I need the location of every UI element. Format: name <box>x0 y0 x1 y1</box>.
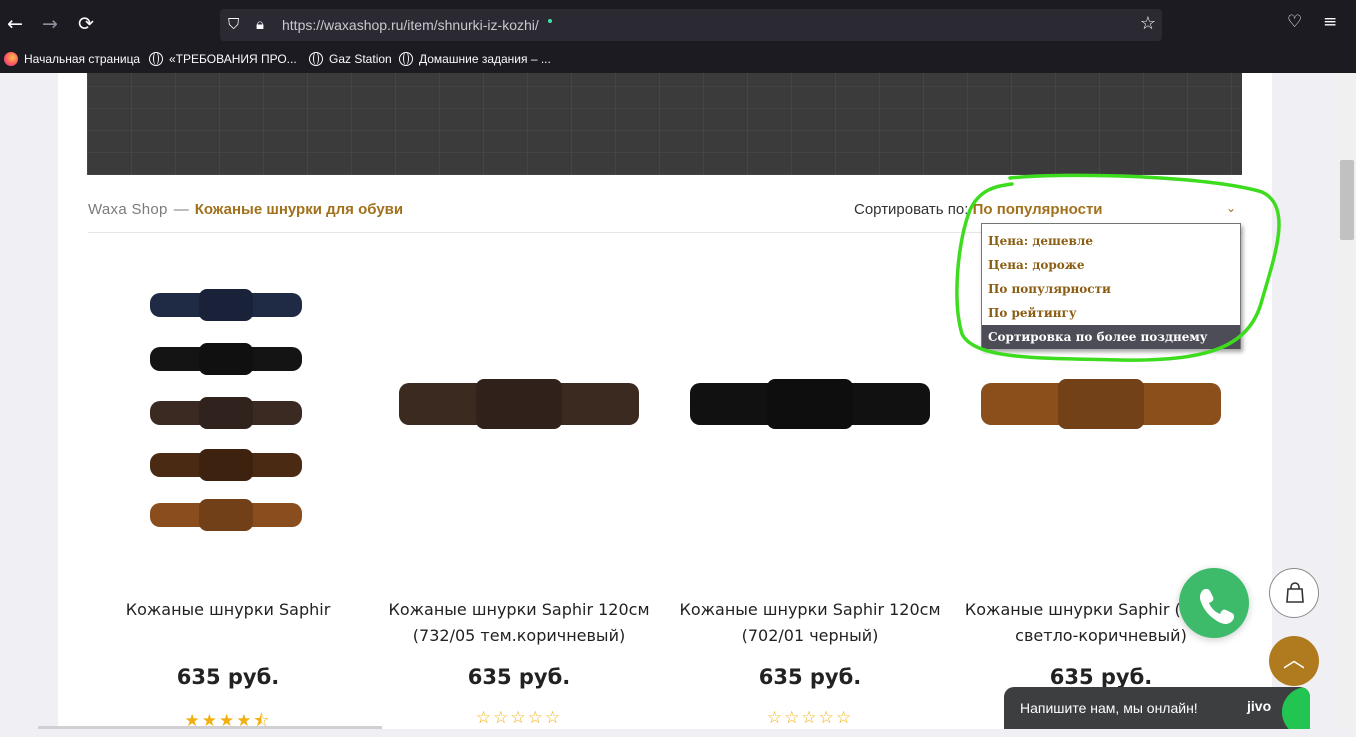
forward-icon[interactable]: → <box>38 12 62 36</box>
bookmark-star-icon[interactable]: ☆ <box>1140 13 1156 34</box>
browser-toolbar: ← → ⟳ ⛉ 🔒︎ https://waxashop.ru/item/shnu… <box>0 0 1356 48</box>
cart-button[interactable] <box>1269 568 1319 618</box>
call-button[interactable] <box>1179 568 1249 638</box>
breadcrumb-current: Кожаные шнурки для обуви <box>194 201 404 218</box>
sort-option-price-asc[interactable]: Цена: дешевле <box>982 229 1240 253</box>
lace-shape <box>690 383 930 425</box>
menu-icon[interactable]: ≡ <box>1323 12 1337 32</box>
bookmark-item[interactable]: Начальная страница <box>4 52 140 66</box>
product-price: 635 руб. <box>758 665 862 689</box>
page-action-dot <box>548 19 552 23</box>
globe-icon <box>149 52 163 66</box>
bookmark-item[interactable]: «ТРЕБОВАНИЯ ПРО... <box>149 52 297 66</box>
bookmarks-bar: Начальная страница «ТРЕБОВАНИЯ ПРО... Ga… <box>0 48 1356 73</box>
back-icon[interactable]: ← <box>3 12 27 36</box>
rating-stars: ☆☆☆☆☆ <box>475 708 563 728</box>
jivo-logo: jivo <box>1247 698 1272 714</box>
scroll-to-top-button[interactable]: ︿ <box>1269 636 1319 686</box>
sort-option-price-desc[interactable]: Цена: дороже <box>982 253 1240 277</box>
pocket-icon[interactable]: ♡ <box>1287 12 1302 32</box>
product-price: 635 руб. <box>176 665 280 689</box>
chevron-down-icon[interactable]: ⌄ <box>1226 201 1236 215</box>
lace-shape <box>150 453 302 477</box>
breadcrumb-separator: — <box>173 201 189 218</box>
product-card[interactable]: Кожаные шнурки Saphir 635 руб. ★★★★⯪ <box>88 253 368 731</box>
sort-label: Сортировать по: <box>854 201 969 218</box>
lace-shape <box>150 293 302 317</box>
product-price: 635 руб. <box>1049 665 1153 689</box>
browser-chrome: ← → ⟳ ⛉ 🔒︎ https://waxashop.ru/item/shnu… <box>0 0 1356 73</box>
sort-option-rating[interactable]: По рейтингу <box>982 301 1240 325</box>
lace-shape <box>150 347 302 371</box>
address-bar[interactable]: ⛉ 🔒︎ https://waxashop.ru/item/shnurki-iz… <box>220 9 1162 41</box>
product-name[interactable]: Кожаные шнурки Saphir 120см (702/01 черн… <box>670 597 950 649</box>
product-card[interactable]: Кожаные шнурки Saphir 120см (732/05 тем.… <box>379 253 659 728</box>
product-image[interactable] <box>88 253 368 583</box>
sort-value[interactable]: По популярности <box>973 201 1103 218</box>
bookmark-item[interactable]: Gaz Station <box>309 52 392 66</box>
scrollbar-thumb[interactable] <box>1340 160 1354 240</box>
lace-shape <box>150 503 302 527</box>
product-name[interactable]: Кожаные шнурки Saphir 120см (732/05 тем.… <box>379 597 659 649</box>
product-name[interactable]: Кожаные шнурки Saphir <box>88 597 368 623</box>
lace-shape <box>150 401 302 425</box>
bookmark-item[interactable]: Домашние задания – ... <box>399 52 551 66</box>
chat-widget[interactable]: Напишите нам, мы онлайн! jivo <box>1004 687 1310 729</box>
url-text[interactable]: https://waxashop.ru/item/shnurki-iz-kozh… <box>282 17 539 33</box>
lace-shape <box>981 383 1221 425</box>
breadcrumb-home-link[interactable]: Waxa Shop <box>88 201 168 218</box>
sort-dropdown-list: Цена: дешевле Цена: дороже По популярнос… <box>981 223 1241 349</box>
sort-option-latest[interactable]: Сортировка по более позднему <box>982 325 1240 349</box>
online-indicator <box>1282 687 1310 729</box>
shield-icon[interactable]: ⛉ <box>228 15 239 33</box>
shopping-bag-icon <box>1286 582 1304 603</box>
sort-select[interactable]: Сортировать по: По популярности <box>854 201 1103 218</box>
globe-icon <box>309 52 323 66</box>
chat-prompt[interactable]: Напишите нам, мы онлайн! <box>1020 700 1198 716</box>
product-price: 635 руб. <box>467 665 571 689</box>
globe-icon <box>399 52 413 66</box>
page-content: Waxa Shop — Кожаные шнурки для обуви Сорти… <box>58 73 1272 731</box>
rating-stars: ★★★★⯪ <box>184 711 272 731</box>
breadcrumb: Waxa Shop — Кожаные шнурки для обуви <box>88 201 403 218</box>
sort-option-popularity[interactable]: По популярности <box>982 277 1240 301</box>
reload-icon[interactable]: ⟳ <box>74 12 98 36</box>
lock-icon[interactable]: 🔒︎ <box>256 15 264 33</box>
lace-shape <box>399 383 639 425</box>
product-card[interactable]: Кожаные шнурки Saphir 120см (702/01 черн… <box>670 253 950 728</box>
firefox-icon <box>4 52 18 66</box>
phone-icon <box>1199 588 1235 624</box>
product-image[interactable] <box>379 253 659 583</box>
rating-stars: ☆☆☆☆☆ <box>766 708 854 728</box>
product-image[interactable] <box>670 253 950 583</box>
chevron-up-icon: ︿ <box>1282 648 1305 673</box>
category-banner <box>87 73 1242 175</box>
